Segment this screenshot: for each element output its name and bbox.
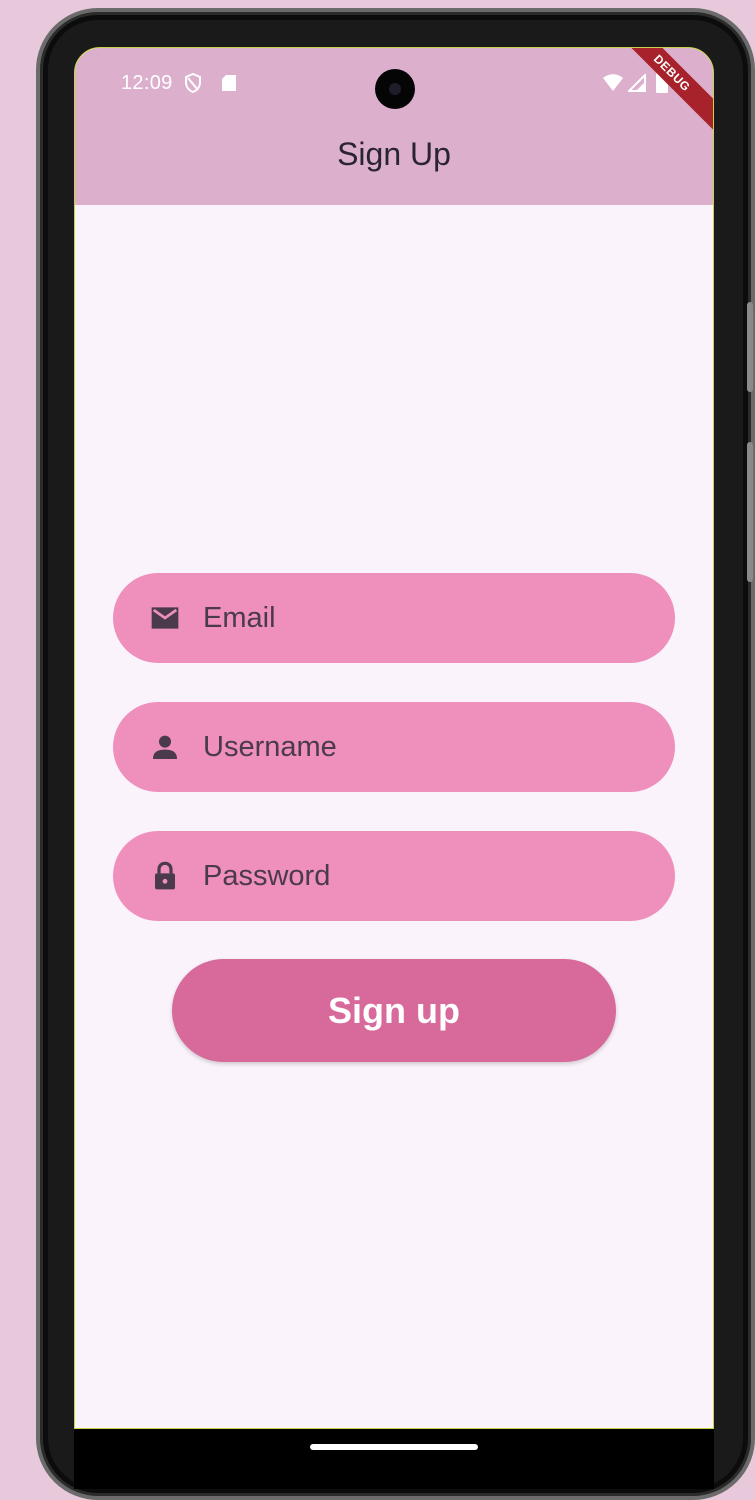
username-field[interactable] — [113, 702, 675, 792]
cellular-signal-icon — [628, 74, 646, 92]
status-bar: 12:09 DEBUG — [75, 48, 713, 134]
password-input[interactable] — [203, 831, 643, 921]
email-field[interactable] — [113, 573, 675, 663]
power-button — [747, 302, 753, 392]
home-indicator[interactable] — [310, 1444, 478, 1450]
username-input[interactable] — [203, 702, 643, 792]
shield-icon — [185, 72, 201, 94]
status-time: 12:09 — [121, 72, 173, 94]
sign-up-button[interactable]: Sign up — [172, 959, 616, 1062]
sd-card-icon — [222, 75, 236, 91]
page-title: Sign Up — [337, 136, 451, 172]
mail-icon — [151, 607, 179, 629]
front-camera — [375, 69, 415, 109]
email-input[interactable] — [203, 573, 643, 663]
lock-icon — [155, 861, 175, 890]
password-field[interactable] — [113, 831, 675, 921]
volume-button — [747, 442, 753, 582]
person-icon — [153, 735, 177, 759]
app-bar: 12:09 DEBUG Sign Up — [75, 48, 713, 205]
app-screen: 12:09 DEBUG Sign Up Email Username Sign … — [74, 47, 714, 1429]
bottom-bezel — [74, 1429, 714, 1489]
stage: 12:09 DEBUG Sign Up Email Username Sign … — [0, 0, 755, 1500]
wifi-icon — [603, 74, 623, 91]
